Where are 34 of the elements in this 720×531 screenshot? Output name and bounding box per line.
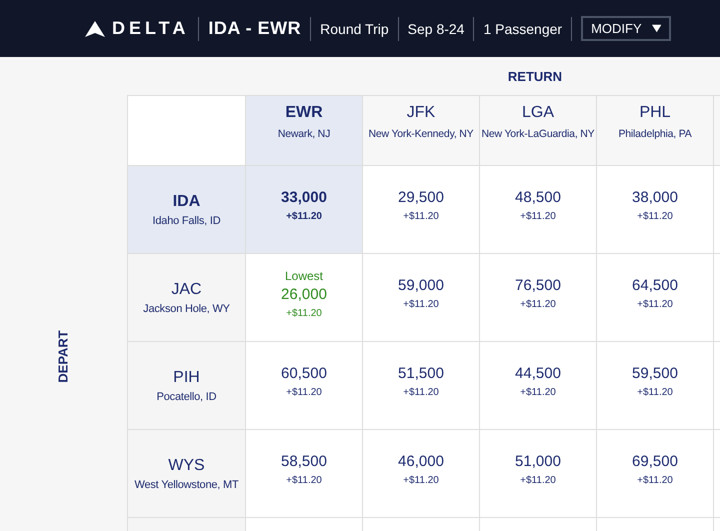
fare-cell[interactable]: 48,500 +$11.20 [480,166,597,254]
passengers-text: 1 Passenger [483,20,562,36]
row-header[interactable]: WYS West Yellowstone, MT [128,430,246,518]
column-header[interactable]: PHL Philadelphia, PA [597,96,714,166]
fare-cell[interactable]: 64,500 +$11.20 [597,254,714,342]
column-header[interactable]: EWR Newark, NJ [246,96,363,166]
column-header[interactable]: JFK New York-Kennedy, NY [363,96,480,166]
fare-cell[interactable]: Lowest 26,000 +$11.20 [246,254,363,342]
fare-cell[interactable]: 76,500 +$11.20 [480,254,597,342]
fare-cell[interactable]: 60,500 +$11.20 [246,342,363,430]
column-header[interactable]: LGA New York-LaGuardia, NY [480,96,597,166]
fare-cell[interactable]: 58,500 +$11.20 [246,430,363,518]
fare-cell[interactable]: 44,500 +$11.20 [480,342,597,430]
caret-icon [652,24,662,33]
dates-text: Sep 8-24 [408,20,464,36]
return-label: RETURN [506,68,564,84]
fare-cell[interactable]: 51,500 +$11.20 [363,342,480,430]
route-text: IDA - EWR [208,18,302,39]
fare-cell[interactable]: 33,000 +$11.20 [246,166,363,254]
trip-type-text: Round Trip [320,20,389,36]
fare-cell[interactable]: 69,500 +$11.20 [597,430,714,518]
fare-cell[interactable]: 29,500 +$11.20 [363,166,480,254]
row-header[interactable]: JAC Jackson Hole, WY [128,254,246,342]
fare-cell[interactable]: 59,000 +$11.20 [363,254,480,342]
modify-button[interactable]: MODIFY [581,16,672,41]
fare-cell[interactable]: 51,000 +$11.20 [480,430,597,518]
fare-cell[interactable]: 46,000 +$11.20 [363,430,480,518]
fare-cell[interactable]: 59,500 +$11.20 [597,342,714,430]
brand-logo: DELTA [112,18,190,39]
depart-label: DEPART [56,330,71,383]
row-header[interactable]: PIH Pocatello, ID [128,342,246,430]
fare-cell[interactable]: 38,000 +$11.20 [597,166,714,254]
triangle-logo-icon [85,20,105,36]
row-header[interactable]: IDA Idaho Falls, ID [128,166,246,254]
